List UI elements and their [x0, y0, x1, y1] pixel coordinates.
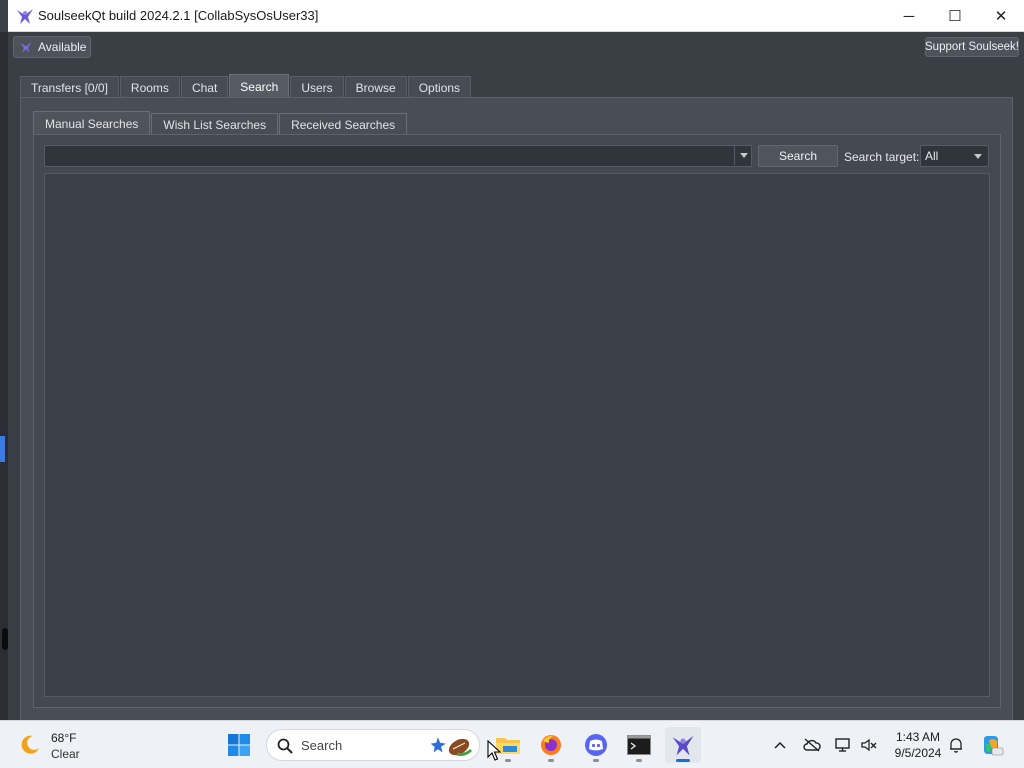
- search-target-value: All: [925, 149, 939, 163]
- search-query-combobox[interactable]: [44, 145, 752, 167]
- discord-icon: [585, 734, 607, 756]
- bell-icon: [950, 738, 962, 753]
- close-button[interactable]: ✕: [978, 0, 1024, 32]
- tab-search[interactable]: Search: [229, 74, 290, 98]
- active-indicator: [676, 759, 690, 762]
- soulseek-status-icon: [20, 42, 32, 53]
- tab-options[interactable]: Options: [407, 76, 472, 98]
- taskbar-search-placeholder: Search: [301, 738, 343, 753]
- maximize-button[interactable]: ☐: [932, 0, 978, 32]
- taskbar-soulseek[interactable]: [665, 727, 701, 763]
- search-icon: [277, 738, 293, 754]
- running-indicator: [593, 759, 599, 762]
- desktop-window-edge: [0, 436, 5, 462]
- notifications-button[interactable]: [946, 735, 966, 755]
- status-button[interactable]: Available: [13, 36, 91, 58]
- minimize-icon: ─: [903, 7, 915, 25]
- copilot-button[interactable]: [980, 733, 1004, 757]
- tab-browse[interactable]: Browse: [344, 76, 407, 98]
- tab-users[interactable]: Users: [290, 76, 344, 98]
- status-label: Available: [38, 40, 87, 54]
- search-target-label: Search target:: [844, 150, 920, 164]
- desktop-background: [0, 32, 8, 720]
- manual-searches-panel: Search Search target: All: [33, 134, 1001, 708]
- taskbar-discord[interactable]: [578, 727, 614, 763]
- volume-muted-icon: [861, 738, 877, 752]
- weather-condition[interactable]: Clear: [51, 747, 80, 761]
- search-tab-bar: Manual Searches Wish List Searches Recei…: [33, 111, 408, 135]
- cloud-offline-icon: [803, 738, 821, 752]
- tab-transfers[interactable]: Transfers [0/0]: [20, 76, 119, 98]
- clock-time[interactable]: 1:43 AM: [890, 730, 946, 744]
- windows-start-icon[interactable]: [227, 733, 251, 757]
- main-tab-bar: Transfers [0/0] Rooms Chat Search Users …: [20, 74, 472, 98]
- tray-onedrive[interactable]: [802, 735, 822, 755]
- clock-date[interactable]: 9/5/2024: [890, 746, 946, 760]
- search-highlight-icon: [430, 737, 473, 756]
- app-main: Available Support Soulseek! Transfers [0…: [8, 32, 1024, 720]
- running-indicator: [505, 759, 511, 762]
- search-target-select[interactable]: All: [920, 145, 989, 167]
- search-panel: Manual Searches Wish List Searches Recei…: [20, 97, 1013, 720]
- taskbar: 68°F Clear Search 1:43 AM 9/5/2024: [0, 720, 1024, 768]
- firefox-icon: [541, 735, 561, 755]
- tray-volume[interactable]: [859, 735, 879, 755]
- maximize-icon: ☐: [948, 8, 962, 25]
- show-hidden-icons-button[interactable]: [770, 735, 790, 755]
- network-icon: [835, 738, 850, 752]
- chevron-up-icon: [774, 741, 786, 749]
- minimize-button[interactable]: ─: [886, 0, 932, 32]
- search-button[interactable]: Search: [758, 145, 838, 167]
- terminal-icon: [627, 735, 651, 755]
- running-indicator: [548, 759, 554, 762]
- running-indicator: [636, 759, 642, 762]
- soulseek-icon: [672, 735, 694, 756]
- support-soulseek-button[interactable]: Support Soulseek!: [925, 37, 1019, 57]
- soulseek-logo-icon: [17, 9, 33, 24]
- taskbar-terminal[interactable]: [621, 727, 657, 763]
- title-bar[interactable]: SoulseekQt build 2024.2.1 [CollabSysOsUs…: [8, 0, 1024, 32]
- mouse-cursor-icon: [487, 740, 501, 761]
- tab-wish-list-searches[interactable]: Wish List Searches: [151, 113, 279, 135]
- copilot-icon: [984, 736, 1004, 756]
- moon-icon: [21, 735, 39, 754]
- tray-network[interactable]: [833, 735, 853, 755]
- tab-rooms[interactable]: Rooms: [119, 76, 180, 98]
- tab-chat[interactable]: Chat: [180, 76, 229, 98]
- tab-manual-searches[interactable]: Manual Searches: [33, 111, 151, 135]
- search-results-area[interactable]: [44, 173, 990, 697]
- taskbar-firefox[interactable]: [533, 727, 569, 763]
- close-icon: ✕: [994, 8, 1008, 25]
- weather-temperature[interactable]: 68°F: [51, 731, 76, 745]
- tab-received-searches[interactable]: Received Searches: [279, 113, 408, 135]
- taskbar-search-box[interactable]: Search: [266, 729, 480, 761]
- chevron-down-icon: [974, 154, 982, 159]
- window-title: SoulseekQt build 2024.2.1 [CollabSysOsUs…: [38, 8, 319, 23]
